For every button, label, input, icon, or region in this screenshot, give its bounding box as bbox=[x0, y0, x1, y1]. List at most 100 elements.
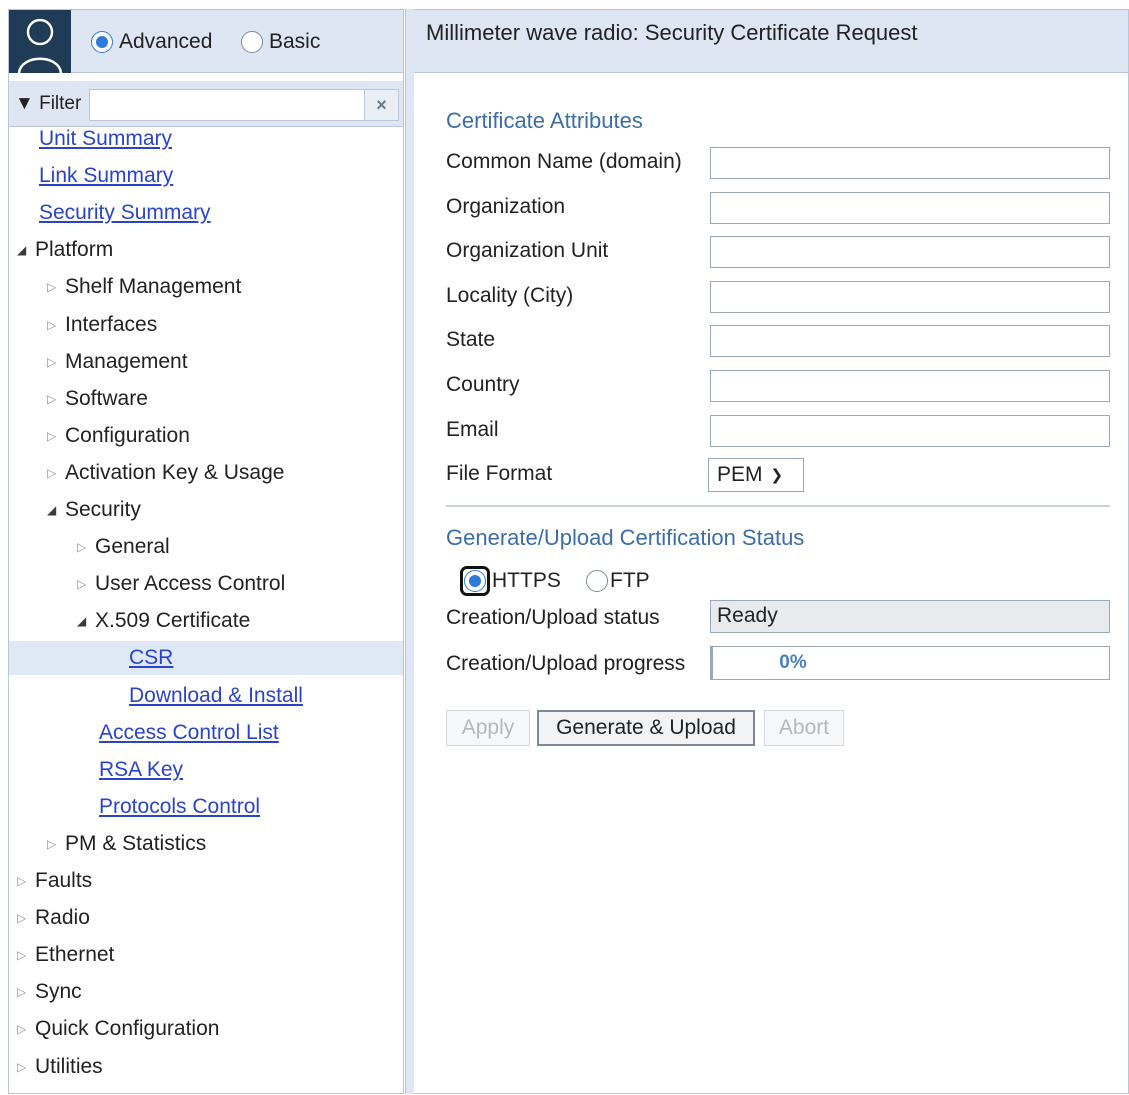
collapsed-triangle-icon[interactable]: ▷ bbox=[17, 1060, 33, 1074]
collapsed-triangle-icon[interactable]: ▷ bbox=[47, 280, 63, 294]
expanded-triangle-icon[interactable]: ◢ bbox=[77, 614, 93, 628]
tree-item-label: Ethernet bbox=[35, 943, 115, 966]
collapsed-triangle-icon[interactable]: ▷ bbox=[47, 429, 63, 443]
tree-item-label: Software bbox=[65, 387, 148, 410]
tree-item-label: General bbox=[95, 535, 170, 558]
collapsed-triangle-icon[interactable]: ▷ bbox=[47, 392, 63, 406]
collapsed-triangle-icon[interactable]: ▷ bbox=[47, 837, 63, 851]
tree-item-link[interactable]: Protocols Control bbox=[99, 795, 260, 819]
protocol-https-radio[interactable]: HTTPS bbox=[460, 566, 561, 596]
collapsed-triangle-icon[interactable]: ▷ bbox=[47, 466, 63, 480]
tree-item-shelf-management[interactable]: ▷ Shelf Management bbox=[9, 270, 403, 304]
tree-item-label: PM & Statistics bbox=[65, 832, 207, 855]
collapsed-triangle-icon[interactable]: ▷ bbox=[47, 355, 63, 369]
protocol-ftp-label: FTP bbox=[610, 569, 650, 592]
close-icon: × bbox=[376, 94, 387, 115]
tree-item-link[interactable]: Access Control List bbox=[99, 721, 279, 745]
tree-item-pm-and-statistics[interactable]: ▷ PM & Statistics bbox=[9, 827, 403, 861]
tree-item-link[interactable]: Unit Summary bbox=[39, 127, 172, 151]
mode-basic-radio[interactable]: Basic bbox=[241, 28, 320, 56]
tree-item-faults[interactable]: ▷ Faults bbox=[9, 864, 403, 898]
email-label: Email bbox=[446, 418, 499, 441]
tree-item-link-summary[interactable]: Link Summary bbox=[9, 159, 403, 193]
creation-progress-bar: 0% bbox=[710, 646, 1110, 680]
tree-item-link[interactable]: Download & Install bbox=[129, 684, 303, 708]
tree-item-activation-key-and-usage[interactable]: ▷ Activation Key & Usage bbox=[9, 456, 403, 490]
creation-status-value: Ready bbox=[710, 600, 1110, 633]
content-header: Millimeter wave radio: Security Certific… bbox=[414, 10, 1128, 73]
tree-item-x-509-certificate[interactable]: ◢ X.509 Certificate bbox=[9, 604, 403, 638]
tree-item-rsa-key[interactable]: RSA Key bbox=[9, 753, 403, 787]
protocol-ftp-radio[interactable]: FTP bbox=[586, 566, 650, 596]
protocol-https-label: HTTPS bbox=[492, 569, 561, 592]
common-name-input[interactable] bbox=[710, 147, 1110, 179]
tree-item-link[interactable]: RSA Key bbox=[99, 758, 183, 782]
tree-item-label: Radio bbox=[35, 906, 90, 929]
collapsed-triangle-icon[interactable]: ▷ bbox=[17, 911, 33, 925]
locality-input[interactable] bbox=[710, 281, 1110, 313]
collapsed-triangle-icon[interactable]: ▷ bbox=[17, 985, 33, 999]
section-divider bbox=[446, 505, 1110, 507]
radio-selected-icon bbox=[464, 570, 486, 592]
tree-item-interfaces[interactable]: ▷ Interfaces bbox=[9, 308, 403, 342]
page-title: Millimeter wave radio: Security Certific… bbox=[426, 20, 918, 45]
collapsed-triangle-icon[interactable]: ▷ bbox=[77, 577, 93, 591]
file-format-select[interactable]: PEM ❯ bbox=[708, 458, 804, 492]
tree-item-general[interactable]: ▷ General bbox=[9, 530, 403, 564]
tree-item-protocols-control[interactable]: Protocols Control bbox=[9, 790, 403, 824]
filter-toggle[interactable]: ▼ Filter bbox=[15, 93, 81, 115]
tree-item-security[interactable]: ◢ Security bbox=[9, 493, 403, 527]
tree-item-user-access-control[interactable]: ▷ User Access Control bbox=[9, 567, 403, 601]
tree-item-radio[interactable]: ▷ Radio bbox=[9, 901, 403, 935]
collapsed-triangle-icon[interactable]: ▷ bbox=[47, 318, 63, 332]
tree-item-access-control-list[interactable]: Access Control List bbox=[9, 716, 403, 750]
collapsed-triangle-icon[interactable]: ▷ bbox=[17, 1022, 33, 1036]
tree-item-label: Security bbox=[65, 498, 141, 521]
tree-item-platform[interactable]: ◢ Platform bbox=[9, 233, 403, 267]
tree-item-link[interactable]: Link Summary bbox=[39, 164, 173, 188]
mode-advanced-label: Advanced bbox=[119, 30, 213, 53]
tree-item-quick-configuration[interactable]: ▷ Quick Configuration bbox=[9, 1012, 403, 1046]
chevron-down-icon: ❯ bbox=[770, 467, 784, 484]
user-avatar-icon[interactable] bbox=[9, 10, 71, 73]
organization-input[interactable] bbox=[710, 192, 1110, 224]
tree-item-software[interactable]: ▷ Software bbox=[9, 382, 403, 416]
certificate-attributes-title: Certificate Attributes bbox=[446, 108, 643, 133]
email-input[interactable] bbox=[710, 415, 1110, 447]
tree-item-label: User Access Control bbox=[95, 572, 286, 595]
tree-item-csr[interactable]: CSR bbox=[9, 641, 403, 675]
mode-advanced-radio[interactable]: Advanced bbox=[91, 28, 212, 56]
collapsed-triangle-icon[interactable]: ▷ bbox=[77, 540, 93, 554]
tree-item-label: Activation Key & Usage bbox=[65, 461, 285, 484]
collapsed-triangle-icon[interactable]: ▷ bbox=[17, 874, 33, 888]
country-label: Country bbox=[446, 373, 520, 396]
expanded-triangle-icon[interactable]: ◢ bbox=[17, 243, 33, 257]
state-input[interactable] bbox=[710, 325, 1110, 357]
tree-item-unit-summary[interactable]: Unit Summary bbox=[9, 122, 403, 156]
tree-item-link[interactable]: Security Summary bbox=[39, 201, 211, 225]
country-input[interactable] bbox=[710, 370, 1110, 402]
abort-button[interactable]: Abort bbox=[764, 710, 844, 746]
tree-item-sync[interactable]: ▷ Sync bbox=[9, 975, 403, 1009]
tree-item-label: Interfaces bbox=[65, 313, 158, 336]
tree-item-management[interactable]: ▷ Management bbox=[9, 345, 403, 379]
radio-selected-icon bbox=[91, 31, 113, 53]
tree-item-label: Shelf Management bbox=[65, 275, 242, 298]
filter-input[interactable] bbox=[89, 89, 365, 121]
generate-upload-button[interactable]: Generate & Upload bbox=[537, 710, 755, 746]
content-panel: Millimeter wave radio: Security Certific… bbox=[414, 9, 1129, 1094]
focus-ring bbox=[460, 566, 490, 596]
collapsed-triangle-icon[interactable]: ▷ bbox=[17, 948, 33, 962]
tree-item-configuration[interactable]: ▷ Configuration bbox=[9, 419, 403, 453]
tree-item-label: Sync bbox=[35, 980, 82, 1003]
tree-item-ethernet[interactable]: ▷ Ethernet bbox=[9, 938, 403, 972]
organization-unit-input[interactable] bbox=[710, 236, 1110, 268]
tree-item-security-summary[interactable]: Security Summary bbox=[9, 196, 403, 230]
clear-filter-button[interactable]: × bbox=[365, 89, 399, 121]
tree-item-utilities[interactable]: ▷ Utilities bbox=[9, 1050, 403, 1084]
apply-button[interactable]: Apply bbox=[446, 710, 530, 746]
upload-status-title: Generate/Upload Certification Status bbox=[446, 525, 805, 550]
tree-item-link[interactable]: CSR bbox=[129, 646, 173, 670]
expanded-triangle-icon[interactable]: ◢ bbox=[47, 503, 63, 517]
tree-item-download-and-install[interactable]: Download & Install bbox=[9, 679, 403, 713]
